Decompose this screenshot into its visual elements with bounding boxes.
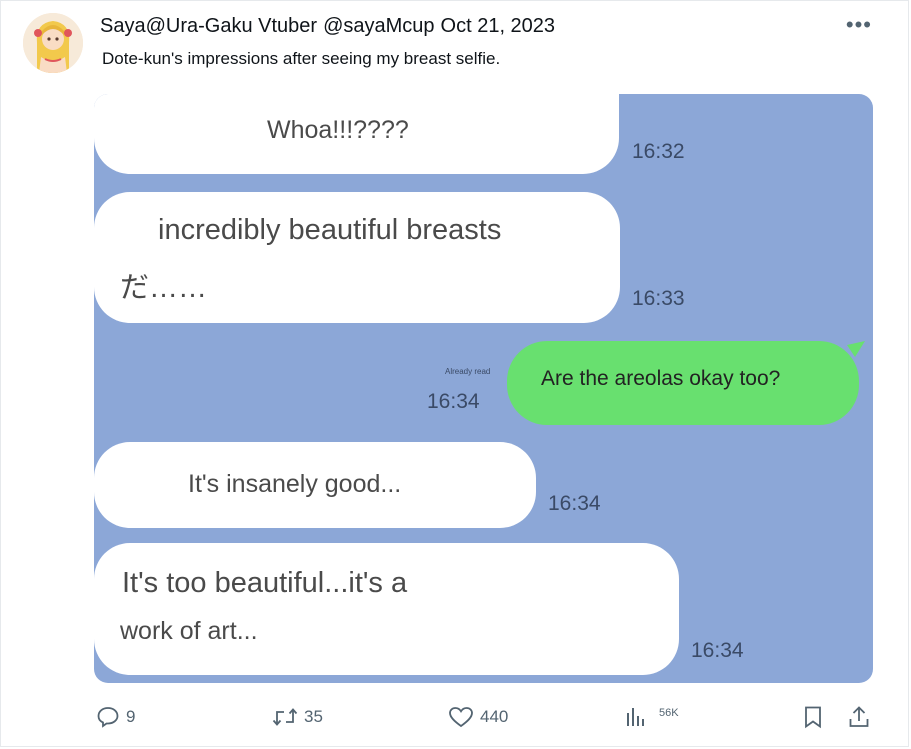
views-icon xyxy=(627,708,644,726)
bookmark-icon xyxy=(805,706,821,729)
views-count: 56K xyxy=(659,707,679,719)
bookmark-button[interactable] xyxy=(802,705,824,729)
tweet-actions: 9 35 440 56K xyxy=(1,701,911,737)
user-handle[interactable]: @sayaMcup xyxy=(323,15,434,37)
reply-icon xyxy=(97,707,119,728)
retweet-icon xyxy=(272,708,298,726)
chat-time: 16:33 xyxy=(632,287,685,310)
chat-bubble-incoming: It's too beautiful...it's a work of art.… xyxy=(94,543,679,675)
chat-message-text: work of art... xyxy=(120,617,258,645)
reply-button[interactable]: 9 xyxy=(96,705,135,729)
chat-bubble-incoming: It's insanely good... xyxy=(94,442,536,528)
views-button[interactable]: 56K xyxy=(625,705,679,729)
reply-count: 9 xyxy=(126,707,136,726)
retweet-button[interactable]: 35 xyxy=(272,705,323,729)
like-icon xyxy=(449,707,473,728)
chat-time: 16:34 xyxy=(548,492,601,515)
chat-time: 16:32 xyxy=(632,140,685,163)
chat-bubble-incoming: incredibly beautiful breasts だ…… xyxy=(94,192,620,323)
tweet-card: Saya@Ura-Gaku Vtuber @sayaMcup Oct 21, 202… xyxy=(0,0,909,747)
bubble-tail xyxy=(847,341,865,357)
avatar[interactable] xyxy=(23,13,83,73)
tweet-header: Saya@Ura-Gaku Vtuber @sayaMcup Oct 21, 202… xyxy=(100,15,561,38)
retweet-count: 35 xyxy=(304,707,323,726)
tweet-text: Dote-kun's impressions after seeing my b… xyxy=(102,49,501,68)
chat-bubble-outgoing: Are the areolas okay too? xyxy=(507,341,859,425)
chat-message-text: It's too beautiful...it's a xyxy=(122,567,408,599)
tweet-date[interactable]: Oct 21, 2023 xyxy=(441,15,556,37)
chat-time: 16:34 xyxy=(691,639,744,662)
chat-screenshot[interactable]: Whoa!!!???? 16:32 incredibly beautiful b… xyxy=(94,94,873,683)
display-name[interactable]: Saya@Ura-Gaku Vtuber xyxy=(100,15,317,37)
chat-message-text: だ…… xyxy=(120,272,208,304)
chat-bubble-incoming: Whoa!!!???? xyxy=(94,94,619,174)
share-button[interactable] xyxy=(848,705,870,729)
chat-message-text: It's insanely good... xyxy=(188,470,402,498)
chat-message-text: incredibly beautiful breasts xyxy=(158,214,502,246)
share-icon xyxy=(849,706,869,727)
chat-message-text: Are the areolas okay too? xyxy=(541,367,781,390)
read-receipt: Already read xyxy=(445,367,491,376)
like-button[interactable]: 440 xyxy=(448,705,508,729)
like-count: 440 xyxy=(480,707,509,726)
more-icon[interactable]: ••• xyxy=(846,14,872,36)
chat-message-text: Whoa!!!???? xyxy=(267,116,409,144)
chat-time: 16:34 xyxy=(427,390,480,413)
